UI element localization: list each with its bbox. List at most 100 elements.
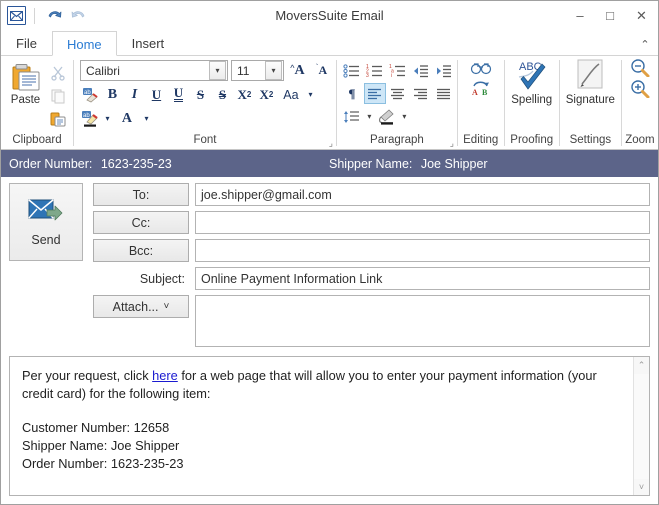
grow-font-button[interactable]: ^ A [287,60,308,81]
italic-button[interactable]: I [124,84,145,105]
show-formatting-marks-icon[interactable]: ¶ [341,83,363,104]
payment-link[interactable]: here [152,368,178,383]
font-size-combo[interactable]: 11 ▾ [230,60,284,81]
body-scrollbar[interactable]: ⌃ ˅ [633,357,649,495]
font-size-value: 11 [236,63,250,78]
change-case-button[interactable]: Aa [278,84,304,105]
bold-button[interactable]: B [102,84,123,105]
highlight-dropdown-icon[interactable]: ▾ [102,108,113,129]
close-button[interactable]: ✕ [625,1,658,31]
align-left-icon[interactable] [363,83,386,104]
ribbon-group-paragraph: 123 1ai ¶ ▾ ▾ Paragraph ⌟ [337,56,457,150]
bcc-button[interactable]: Bcc: [93,239,189,262]
scissors-icon[interactable] [47,63,69,83]
underline-button[interactable]: U [146,84,167,105]
maximize-button[interactable]: □ [595,1,625,31]
svg-text:3: 3 [366,73,369,78]
binoculars-icon[interactable] [470,58,492,76]
group-label-zoom: Zoom [625,134,655,146]
attach-row: Attach... ˅ [93,295,650,347]
cc-row: Cc: [93,211,650,234]
strikethrough-button[interactable]: S [190,84,211,105]
bullet-list-icon[interactable] [341,60,363,81]
align-center-icon[interactable] [387,83,409,104]
text-highlight-color-button[interactable]: ab [80,108,101,129]
clear-formatting-icon[interactable]: ab [80,84,101,105]
align-right-icon[interactable] [410,83,432,104]
copy-icon[interactable] [47,86,69,106]
ribbon-group-clipboard: Paste Clipboard [1,56,73,150]
paste-button[interactable]: Paste [5,60,46,106]
body-detail-line: Shipper Name: Joe Shipper [22,438,180,453]
signature-icon [577,59,603,89]
group-label-clipboard: Clipboard [12,134,62,146]
decrease-indent-icon[interactable] [410,60,432,81]
attach-button[interactable]: Attach... ˅ [93,295,189,318]
undo-icon[interactable] [43,6,65,26]
scroll-up-icon[interactable]: ⌃ [638,357,646,374]
subscript-button[interactable]: X2 [256,84,277,105]
quick-access-toolbar [1,6,89,26]
font-name-combo[interactable]: Calibri ▾ [79,60,228,81]
ribbon-group-settings: Signature Settings [560,56,621,150]
format-painter-icon[interactable] [47,109,69,129]
double-underline-button[interactable]: U [168,84,189,105]
shading-icon[interactable] [376,106,398,127]
signature-button[interactable]: Signature [560,56,621,106]
superscript-button[interactable]: X2 [234,84,255,105]
multilevel-list-icon[interactable]: 1ai [387,60,409,81]
font-name-value: Calibri [85,63,120,78]
message-body-area[interactable]: Per your request, click here for a web p… [9,356,650,496]
mail-icon [7,6,26,25]
shading-dropdown-icon[interactable]: ▾ [399,106,410,127]
spelling-button[interactable]: ABC Spelling [505,56,559,106]
attachments-list[interactable] [195,295,650,347]
to-row: To: joe.shipper@gmail.com [93,183,650,206]
line-spacing-icon[interactable] [341,106,363,127]
collapse-ribbon-icon[interactable]: ⌃ [632,33,658,55]
zoom-in-icon[interactable] [629,79,651,98]
tab-insert[interactable]: Insert [117,30,180,55]
paragraph-dialog-launcher[interactable]: ⌟ [450,139,454,148]
email-compose-window: MoversSuite Email – □ ✕ File Home Insert… [0,0,659,505]
send-button[interactable]: Send [9,183,83,261]
body-paragraph-1: Per your request, click here for a web p… [22,367,621,403]
to-button[interactable]: To: [93,183,189,206]
signature-label: Signature [565,94,615,106]
title-bar: MoversSuite Email – □ ✕ [1,1,658,31]
cc-input[interactable] [195,211,650,234]
to-input[interactable]: joe.shipper@gmail.com [195,183,650,206]
numbered-list-icon[interactable]: 123 [364,60,386,81]
message-body-text[interactable]: Per your request, click here for a web p… [10,357,633,495]
minimize-button[interactable]: – [565,1,595,31]
zoom-out-icon[interactable] [629,58,651,77]
shipper-name-label: Shipper Name: [329,156,413,171]
order-number-value: 1623-235-23 [100,156,172,171]
line-spacing-dropdown-icon[interactable]: ▾ [364,106,375,127]
cc-button[interactable]: Cc: [93,211,189,234]
shrink-font-button[interactable]: ` A [311,60,332,81]
bcc-input[interactable] [195,239,650,262]
font-color-button[interactable]: A [114,108,140,129]
font-color-dropdown-icon[interactable]: ▾ [141,108,152,129]
replace-icon[interactable]: A B [470,78,492,96]
redo-icon[interactable] [67,6,89,26]
ribbon-group-zoom: Zoom [622,56,658,150]
justify-icon[interactable] [433,83,455,104]
subject-row: Subject: Online Payment Information Link [93,267,650,290]
font-dialog-launcher[interactable]: ⌟ [329,139,333,148]
double-strikethrough-button[interactable]: S [212,84,233,105]
scroll-down-icon[interactable]: ˅ [639,479,644,495]
scrollbar-track[interactable] [633,374,649,479]
chevron-down-icon[interactable]: ▾ [264,61,282,80]
shipper-name-block: Shipper Name: Joe Shipper [329,157,488,171]
change-case-dropdown-icon[interactable]: ▾ [305,84,316,105]
ribbon-group-editing: A B Editing [458,56,504,150]
subject-input[interactable]: Online Payment Information Link [195,267,650,290]
increase-indent-icon[interactable] [433,60,455,81]
tab-file[interactable]: File [1,30,52,55]
chevron-down-icon[interactable]: ▾ [208,61,226,80]
tab-home[interactable]: Home [51,31,117,56]
svg-text:ab: ab [84,90,91,96]
